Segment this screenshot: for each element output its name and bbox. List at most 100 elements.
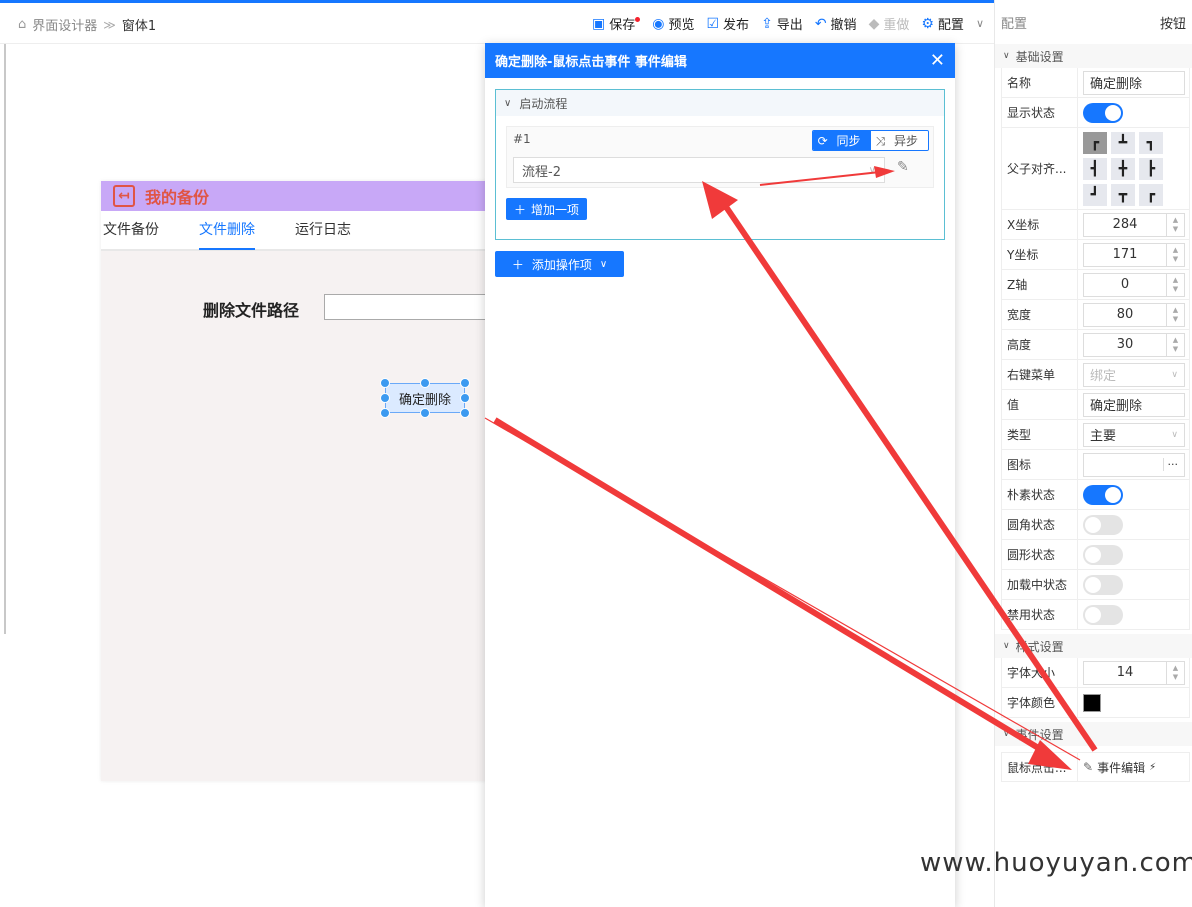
flow-item: #1 ⟳ 同步 ⤨ 异步 流程-2 ∨ ✎ bbox=[506, 126, 934, 188]
align-bottom-right-icon[interactable]: ┏ bbox=[1139, 183, 1163, 206]
align-top-center-icon[interactable]: ┻ bbox=[1111, 131, 1135, 154]
tab-file-delete[interactable]: 文件删除 bbox=[199, 210, 255, 250]
redo-button[interactable]: ◆ 重做 bbox=[868, 14, 910, 34]
redo-icon: ◆ bbox=[868, 15, 880, 32]
event-edit-link[interactable]: ✎ 事件编辑 ⚡ bbox=[1078, 753, 1189, 781]
plus-icon: ＋ bbox=[514, 202, 527, 217]
config-button[interactable]: ⚙ 配置 bbox=[921, 14, 964, 34]
pencil-icon[interactable]: ✎ bbox=[897, 159, 909, 175]
path-input[interactable] bbox=[324, 294, 504, 320]
save-button[interactable]: ▣ 保存 bbox=[592, 14, 641, 33]
disabled-toggle[interactable] bbox=[1083, 604, 1123, 625]
resize-handle[interactable] bbox=[380, 408, 390, 418]
prop-label: 加载中状态 bbox=[1002, 570, 1078, 599]
flow-select-value: 流程-2 bbox=[522, 164, 561, 180]
group-style[interactable]: ∨ 样式设置 bbox=[995, 634, 1192, 658]
prop-disabled: 禁用状态 bbox=[1001, 600, 1190, 630]
async-option[interactable]: ⤨ 异步 bbox=[870, 131, 928, 150]
prop-label: 圆角状态 bbox=[1002, 510, 1078, 539]
prop-label: Y坐标 bbox=[1002, 240, 1078, 269]
logout-icon: ↤ bbox=[113, 185, 135, 207]
z-input[interactable]: 0 ▲ ▼ bbox=[1083, 272, 1185, 297]
show-toggle[interactable] bbox=[1083, 102, 1123, 123]
designed-form[interactable]: ↤ 我的备份 文件备份 文件删除 运行日志 删除文件路径 bbox=[101, 181, 504, 781]
redo-label: 重做 bbox=[883, 18, 910, 33]
x-input[interactable]: 284 ▲ ▼ bbox=[1083, 212, 1185, 237]
width-input[interactable]: 80 ▲ ▼ bbox=[1083, 302, 1185, 327]
dialog-header: 确定删除-鼠标点击事件 事件编辑 ✕ bbox=[485, 43, 955, 78]
value-input[interactable]: 确定删除 bbox=[1083, 392, 1185, 417]
resize-handle[interactable] bbox=[460, 393, 470, 403]
resize-handle[interactable] bbox=[420, 378, 430, 388]
publish-button[interactable]: ☑ 发布 bbox=[706, 14, 749, 34]
loading-toggle[interactable] bbox=[1083, 574, 1123, 595]
resize-handle[interactable] bbox=[460, 378, 470, 388]
stepper-icon[interactable]: ▲ ▼ bbox=[1166, 333, 1184, 356]
sync-mode-toggle[interactable]: ⟳ 同步 ⤨ 异步 bbox=[811, 130, 929, 151]
type-select[interactable]: 主要 ∨ bbox=[1083, 422, 1185, 447]
context-menu-select[interactable]: 绑定 ∨ bbox=[1083, 362, 1185, 387]
stepper-icon[interactable]: ▲ ▼ bbox=[1166, 243, 1184, 266]
resize-handle[interactable] bbox=[380, 378, 390, 388]
resize-handle[interactable] bbox=[380, 393, 390, 403]
export-button[interactable]: ⇪ 导出 bbox=[761, 14, 803, 34]
canvas-scrollbar[interactable] bbox=[4, 44, 6, 634]
align-top-right-icon[interactable]: ┓ bbox=[1139, 131, 1163, 154]
icon-picker[interactable]: ··· bbox=[1083, 452, 1185, 477]
align-top-left-icon[interactable]: ┏ bbox=[1083, 131, 1107, 154]
align-grid: ┏ ┻ ┓ ┫ ╋ ┣ ┛ ┳ ┏ bbox=[1083, 130, 1163, 208]
font-size-value: 14 bbox=[1116, 665, 1134, 680]
align-center-icon[interactable]: ╋ bbox=[1111, 157, 1135, 180]
plain-toggle[interactable] bbox=[1083, 484, 1123, 505]
sync-option[interactable]: ⟳ 同步 bbox=[812, 131, 871, 150]
chevron-down-icon: ∨ bbox=[1171, 369, 1178, 380]
stepper-icon[interactable]: ▲ ▼ bbox=[1166, 661, 1184, 684]
chevron-down-icon: ∨ bbox=[1171, 429, 1178, 440]
preview-button[interactable]: ◉ 预览 bbox=[652, 14, 694, 34]
undo-button[interactable]: ↶ 撤销 bbox=[815, 14, 857, 34]
align-middle-left-icon[interactable]: ┫ bbox=[1083, 157, 1107, 180]
align-bottom-left-icon[interactable]: ┛ bbox=[1083, 183, 1107, 206]
resize-handle[interactable] bbox=[420, 408, 430, 418]
y-input[interactable]: 171 ▲ ▼ bbox=[1083, 242, 1185, 267]
gear-icon: ⚙ bbox=[921, 15, 934, 32]
prop-height: 高度 30 ▲ ▼ bbox=[1001, 330, 1190, 360]
resize-handle[interactable] bbox=[460, 408, 470, 418]
unsaved-dot bbox=[635, 17, 641, 22]
add-item-button[interactable]: ＋ 增加一项 bbox=[506, 198, 588, 220]
flow-select[interactable]: 流程-2 ∨ bbox=[513, 157, 885, 183]
prop-loading: 加载中状态 bbox=[1001, 570, 1190, 600]
prop-label: 字体颜色 bbox=[1002, 688, 1078, 717]
group-event[interactable]: ∨ 事件设置 bbox=[995, 722, 1192, 746]
circle-toggle[interactable] bbox=[1083, 544, 1123, 565]
prop-plain: 朴素状态 bbox=[1001, 480, 1190, 510]
prop-label: 宽度 bbox=[1002, 300, 1078, 329]
chevron-down-icon[interactable]: ∨ bbox=[976, 17, 984, 30]
tab-file-backup[interactable]: 文件备份 bbox=[103, 210, 159, 250]
prop-font-color: 字体颜色 bbox=[1001, 688, 1190, 718]
stepper-icon[interactable]: ▲ ▼ bbox=[1166, 303, 1184, 326]
name-input[interactable]: 确定删除 bbox=[1083, 70, 1185, 95]
stepper-icon[interactable]: ▲ ▼ bbox=[1166, 213, 1184, 236]
height-input[interactable]: 30 ▲ ▼ bbox=[1083, 332, 1185, 357]
stepper-icon[interactable]: ▲ ▼ bbox=[1166, 273, 1184, 296]
chevron-down-icon: ∨ bbox=[1003, 641, 1010, 651]
close-icon[interactable]: ✕ bbox=[930, 50, 945, 71]
align-middle-right-icon[interactable]: ┣ bbox=[1139, 157, 1163, 180]
prop-x: X坐标 284 ▲ ▼ bbox=[1001, 210, 1190, 240]
section-header[interactable]: ∨ 启动流程 bbox=[496, 90, 944, 116]
add-operation-button[interactable]: ＋ 添加操作项 ∨ bbox=[495, 251, 624, 277]
align-bottom-center-icon[interactable]: ┳ bbox=[1111, 183, 1135, 206]
chevron-down-icon: ∨ bbox=[1003, 51, 1010, 61]
group-basic[interactable]: ∨ 基础设置 bbox=[995, 44, 1192, 68]
ellipsis-icon[interactable]: ··· bbox=[1162, 458, 1178, 471]
tab-run-log[interactable]: 运行日志 bbox=[295, 210, 351, 250]
font-size-input[interactable]: 14 ▲ ▼ bbox=[1083, 660, 1185, 685]
round-toggle[interactable] bbox=[1083, 514, 1123, 535]
watermark: www.huoyuyan.com bbox=[920, 848, 1192, 878]
home-icon[interactable]: ⌂ bbox=[18, 17, 26, 32]
font-color-swatch[interactable] bbox=[1083, 693, 1101, 712]
panel-header: 配置 按钮 bbox=[995, 0, 1192, 44]
width-value: 80 bbox=[1116, 307, 1134, 322]
breadcrumb-root[interactable]: 界面设计器 bbox=[32, 15, 97, 34]
